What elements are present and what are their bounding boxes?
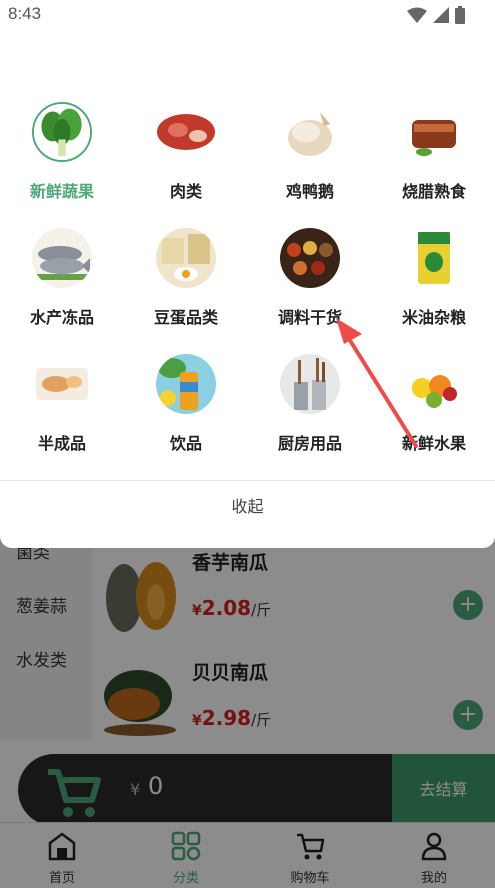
category-fresh-vegetables[interactable]: 新鲜蔬果 (0, 102, 124, 212)
status-bar: 8:43 (0, 0, 495, 30)
leafy-greens-icon (32, 102, 92, 162)
status-icons (407, 6, 465, 24)
category-kitchenware[interactable]: 厨房用品 (248, 354, 372, 464)
category-dropdown-panel: 新鲜蔬果 肉类 鸡鸭鹅 烧腊熟食 水产冻品 豆蛋品类 调料干货 米油杂粮 半成品… (0, 30, 495, 548)
panel-divider (0, 480, 495, 481)
egg-icon (156, 228, 216, 288)
category-drinks[interactable]: 饮品 (124, 354, 248, 464)
wifi-icon (407, 7, 427, 23)
category-spices-dried[interactable]: 调料干货 (248, 228, 372, 338)
category-rice-oil-grains[interactable]: 米油杂粮 (372, 228, 495, 338)
category-semi-finished[interactable]: 半成品 (0, 354, 124, 464)
poultry-icon (280, 102, 340, 162)
signal-icon (433, 7, 449, 23)
collapse-button[interactable]: 收起 (0, 493, 495, 517)
kitchen-utensils-icon (280, 354, 340, 414)
category-fresh-fruit[interactable]: 新鲜水果 (372, 354, 495, 464)
fish-icon (32, 228, 92, 288)
meat-icon (156, 102, 216, 162)
category-meat[interactable]: 肉类 (124, 102, 248, 212)
category-roast-deli[interactable]: 烧腊熟食 (372, 102, 495, 212)
prepared-food-icon (32, 354, 92, 414)
category-soy-egg[interactable]: 豆蛋品类 (124, 228, 248, 338)
spices-icon (280, 228, 340, 288)
roast-meat-icon (404, 102, 464, 162)
battery-icon (455, 6, 465, 24)
fruit-icon (404, 354, 464, 414)
category-frozen-seafood[interactable]: 水产冻品 (0, 228, 124, 338)
status-time: 8:43 (8, 4, 42, 23)
drink-icon (156, 354, 216, 414)
category-poultry[interactable]: 鸡鸭鹅 (248, 102, 372, 212)
rice-bag-icon (404, 228, 464, 288)
